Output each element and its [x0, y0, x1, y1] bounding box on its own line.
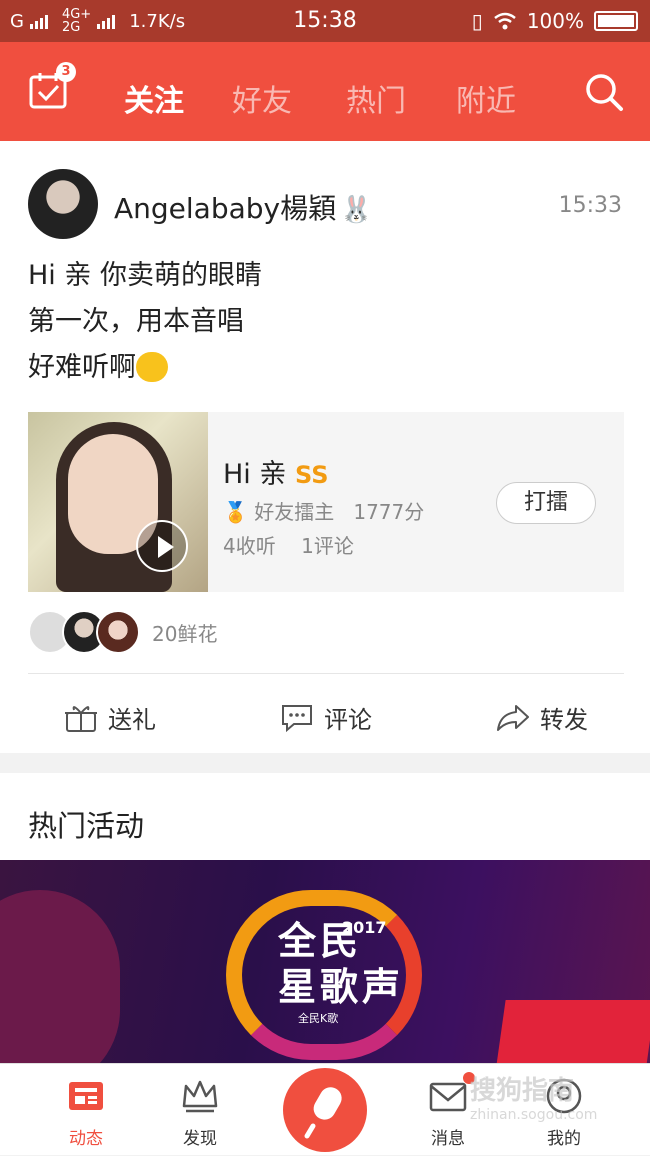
bunny-icon: 🐰 [340, 195, 373, 225]
comment-button[interactable]: 评论 [280, 700, 372, 735]
grade-badge: SS [294, 461, 329, 489]
banner-year: 2017 [342, 918, 387, 937]
banner-logo: 全民K歌 [298, 1012, 339, 1025]
gift-button[interactable]: 送礼 [64, 700, 156, 735]
medal-icon: 🏅 [223, 500, 248, 524]
activity-banner[interactable]: 全民 星歌声 2017 全民K歌 [0, 860, 650, 1063]
song-title: Hi 亲 SS [223, 459, 329, 490]
record-button[interactable] [283, 1068, 367, 1152]
search-icon[interactable] [584, 72, 624, 112]
song-stats: 4收听 1评论 [223, 534, 354, 558]
share-icon [497, 704, 529, 731]
microphone-icon [304, 1087, 342, 1139]
status-bar: G 4G+ 2G 1.7K/s 15:38 ▯ 100% [0, 0, 650, 42]
flowers-row[interactable]: 20鲜花 [28, 609, 217, 655]
comment-icon [282, 704, 312, 732]
watermark: 搜狗指南 zhinan.sogou.com [470, 1076, 598, 1123]
gift-icon [65, 705, 97, 732]
mail-icon [429, 1082, 467, 1112]
status-right: ▯ 100% [472, 9, 638, 33]
post-actions: 送礼 评论 转发 [0, 674, 650, 753]
post-username[interactable]: Angelababy楊穎 🐰 [114, 187, 373, 227]
song-rank: 🏅 好友擂主 1777分 [223, 500, 425, 524]
tasks-button[interactable]: 3 [28, 62, 76, 110]
crown-icon [182, 1080, 218, 1113]
tasks-badge: 3 [56, 62, 76, 82]
play-icon[interactable] [136, 520, 188, 572]
challenge-button[interactable]: 打擂 [496, 482, 596, 524]
avatar[interactable] [28, 169, 98, 239]
flower-avatar [96, 610, 140, 654]
post-time: 15:33 [558, 193, 622, 218]
top-nav: 3 关注 好友 热门 附近 [0, 42, 650, 141]
feed-card: Angelababy楊穎 🐰 15:33 Hi 亲 你卖萌的眼睛 第一次，用本音唱… [0, 141, 650, 753]
battery-icon [594, 11, 638, 31]
wifi-icon [494, 12, 516, 30]
section-title: 热门活动 [28, 809, 145, 843]
tab-follow[interactable]: 关注 [124, 76, 184, 120]
post-text: Hi 亲 你卖萌的眼睛 第一次，用本音唱 好难听啊 [28, 260, 262, 383]
song-card[interactable]: Hi 亲 SS 🏅 好友擂主 1777分 4收听 1评论 打擂 [28, 412, 624, 592]
tab-hot[interactable]: 热门 [346, 76, 406, 120]
share-button[interactable]: 转发 [496, 700, 588, 735]
nav-discover[interactable]: 发现 [150, 1064, 250, 1156]
tab-friends[interactable]: 好友 [232, 76, 292, 120]
tab-nearby[interactable]: 附近 [456, 76, 516, 120]
hot-activity-section: 热门活动 全民 星歌声 2017 全民K歌 [0, 773, 650, 1063]
sad-emoji-icon [136, 351, 168, 382]
battery-percent: 100% [526, 9, 584, 33]
feed-icon [69, 1082, 103, 1110]
song-cover[interactable] [28, 412, 208, 592]
flowers-count: 20鲜花 [152, 621, 218, 646]
nav-feed[interactable]: 动态 [36, 1064, 136, 1156]
vibrate-icon: ▯ [471, 9, 483, 33]
